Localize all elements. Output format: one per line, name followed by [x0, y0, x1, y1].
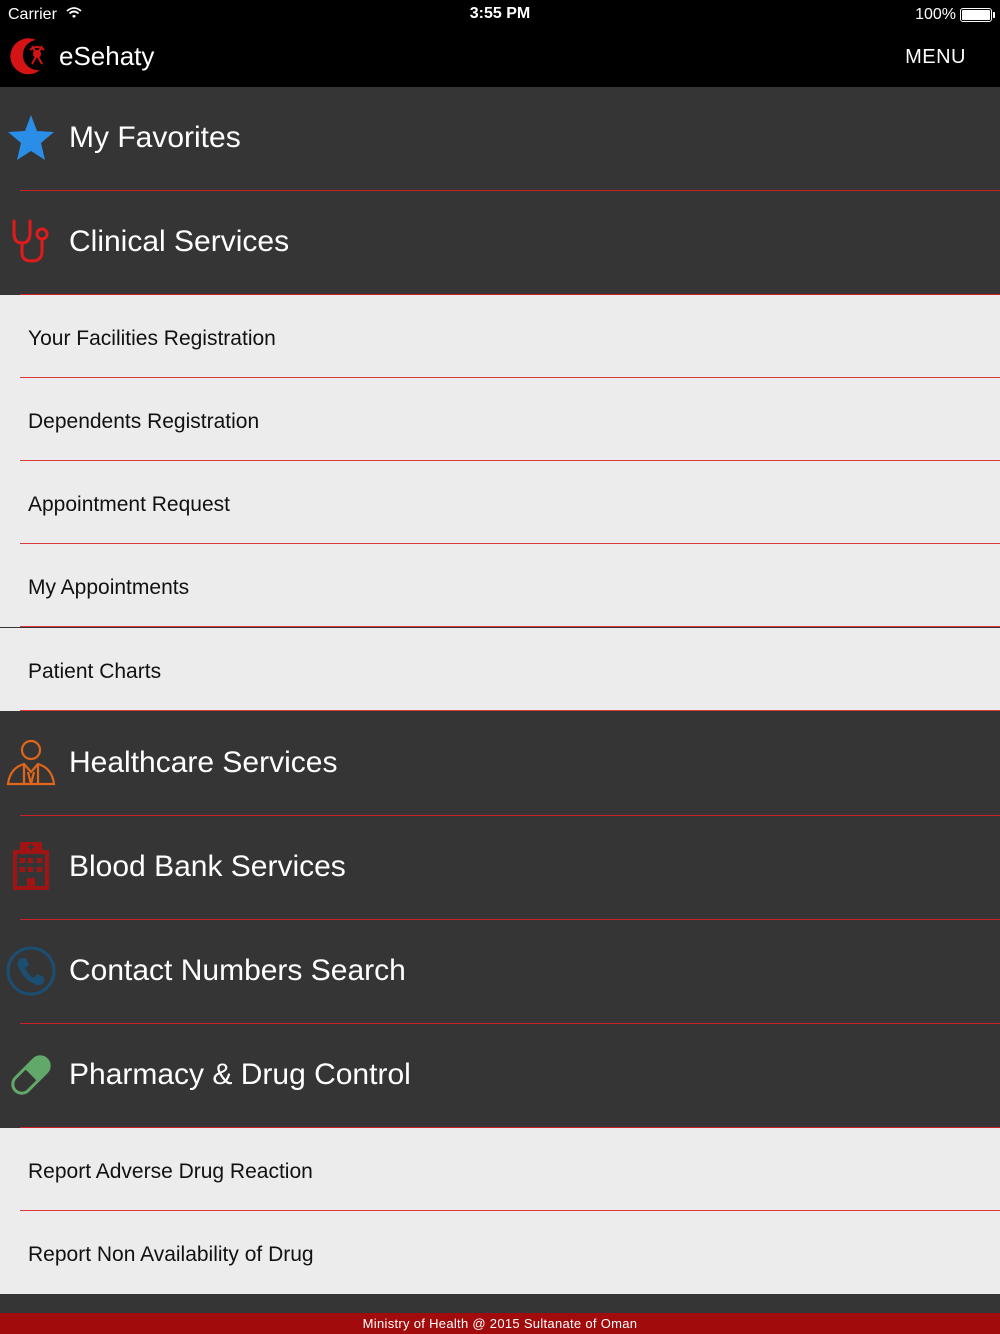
menu-item-label: Report Non Availability of Drug	[28, 1243, 314, 1266]
clock: 3:55 PM	[469, 5, 531, 22]
section-healthcare-services[interactable]: Healthcare Services	[0, 712, 1000, 816]
status-bar: Carrier 3:55 PM 100%	[0, 0, 1000, 30]
menu-item-appointment-request[interactable]: Appointment Request	[0, 461, 1000, 544]
app-title: eSehaty	[59, 41, 155, 71]
section-label: Pharmacy & Drug Control	[69, 1058, 411, 1091]
doctor-icon	[6, 738, 56, 788]
menu-item-label: Dependents Registration	[28, 410, 260, 433]
battery-percent: 100%	[915, 6, 956, 23]
section-contact-numbers-search[interactable]: Contact Numbers Search	[0, 920, 1000, 1024]
divider	[20, 626, 1000, 627]
esehaty-logo-icon	[6, 34, 50, 78]
menu-item-label: My Appointments	[28, 576, 190, 599]
section-my-favorites[interactable]: My Favorites	[0, 87, 1000, 191]
section-label: Clinical Services	[69, 225, 290, 258]
pill-icon	[6, 1050, 56, 1100]
phone-icon	[6, 946, 56, 996]
divider	[20, 710, 1000, 711]
menu-item-label: Patient Charts	[28, 660, 162, 683]
menu-item-dependents-registration[interactable]: Dependents Registration	[0, 378, 1000, 461]
star-icon	[6, 113, 56, 163]
battery-icon	[960, 8, 995, 22]
nav-bar: eSehaty MENU	[0, 30, 1000, 87]
menu-item-my-appointments[interactable]: My Appointments	[0, 544, 1000, 627]
menu-item-label: Report Adverse Drug Reaction	[28, 1160, 313, 1183]
section-label: Contact Numbers Search	[69, 954, 406, 987]
menu-item-label: Your Facilities Registration	[28, 327, 276, 350]
section-label: My Favorites	[69, 121, 241, 154]
menu-button[interactable]: MENU	[905, 46, 966, 69]
section-label: Healthcare Services	[69, 746, 338, 779]
section-blood-bank-services[interactable]: Blood Bank Services	[0, 816, 1000, 920]
section-clinical-services[interactable]: Clinical Services	[0, 191, 1000, 295]
menu-item-report-adverse-drug-reaction[interactable]: Report Adverse Drug Reaction	[0, 1128, 1000, 1211]
section-label: Blood Bank Services	[69, 850, 346, 883]
stethoscope-icon	[6, 217, 56, 267]
section-pharmacy-drug-control[interactable]: Pharmacy & Drug Control	[0, 1024, 1000, 1128]
menu-item-facilities-registration[interactable]: Your Facilities Registration	[0, 295, 1000, 378]
footer: Ministry of Health @ 2015 Sultanate of O…	[0, 1313, 1000, 1334]
menu-item-report-non-availability[interactable]: Report Non Availability of Drug	[0, 1211, 1000, 1294]
menu-item-label: Appointment Request	[28, 493, 230, 516]
menu-item-patient-charts[interactable]: Patient Charts	[0, 628, 1000, 711]
hospital-building-icon	[6, 842, 56, 892]
